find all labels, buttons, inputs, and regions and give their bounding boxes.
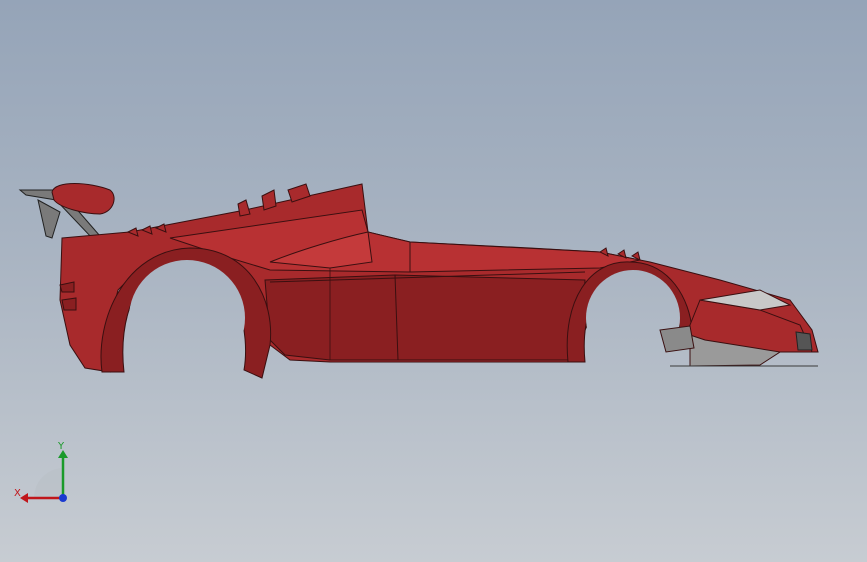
z-axis-icon bbox=[59, 494, 67, 502]
graphics-viewport[interactable]: Y X bbox=[0, 0, 867, 562]
rear-wing[interactable] bbox=[18, 183, 115, 239]
car-body-model[interactable] bbox=[0, 0, 867, 562]
triad-plane-icon bbox=[34, 468, 64, 498]
orientation-triad: Y X bbox=[14, 441, 68, 503]
triad-x-label: X bbox=[14, 488, 21, 499]
triad-y-label: Y bbox=[57, 441, 65, 452]
